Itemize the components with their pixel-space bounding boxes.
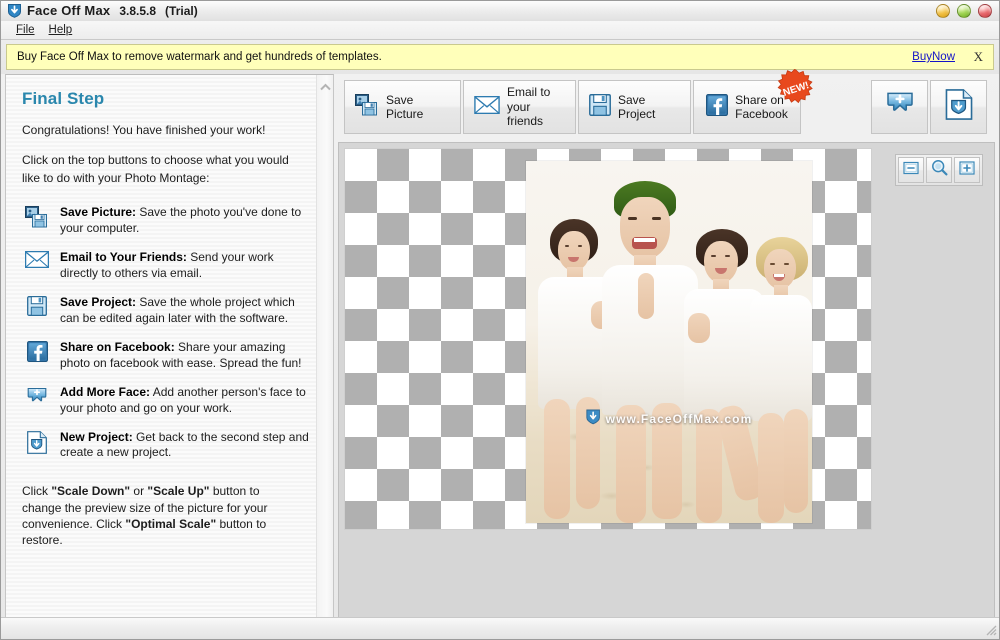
feature-email: Email to Your Friends: Send your work di…: [22, 250, 313, 282]
app-window: Face Off Max 3.8.5.8 (Trial) File Help B…: [0, 0, 1000, 640]
menu-bar: File Help: [1, 21, 999, 40]
floppy-disk-icon: [589, 93, 611, 121]
feature-add-more-face: Add More Face: Add another person's face…: [22, 385, 313, 417]
close-button[interactable]: [978, 4, 992, 18]
instructions-sidebar: Final Step Congratulations! You have fin…: [5, 74, 334, 639]
save-picture-label: Save Picture: [386, 92, 424, 121]
resize-grip-icon[interactable]: [984, 623, 998, 637]
feature-title: New Project:: [60, 429, 133, 444]
montage-photo[interactable]: www.FaceOffMax.com: [526, 161, 812, 523]
tip-line1-a: Click: [22, 484, 52, 499]
sidebar-scrollbar[interactable]: [316, 75, 333, 639]
share-facebook-label: Share on Facebook: [735, 92, 788, 121]
feature-save-picture: Save Picture: Save the photo you've done…: [22, 205, 313, 237]
new-project-icon: [22, 430, 52, 454]
feature-save-project: Save Project: Save the whole project whi…: [22, 295, 313, 327]
plus-box-icon: [959, 160, 975, 181]
menu-help-label: Help: [48, 24, 73, 36]
banner-close-icon[interactable]: X: [974, 49, 983, 65]
instruction-text: Click on the top buttons to choose what …: [22, 153, 289, 185]
congrats-text: Congratulations! You have finished your …: [22, 123, 266, 137]
add-more-face-button[interactable]: [871, 80, 928, 134]
feature-title: Email to Your Friends:: [60, 249, 187, 264]
person-4: [750, 237, 812, 523]
facebook-icon: [22, 340, 52, 362]
save-picture-button[interactable]: Save Picture: [344, 80, 461, 134]
feature-new-project-text: New Project: Get back to the second step…: [60, 430, 312, 462]
feature-title: Save Picture:: [60, 204, 137, 219]
scale-down-button[interactable]: [898, 157, 924, 183]
save-picture-icon: [355, 93, 379, 121]
menu-file-label: File: [16, 24, 35, 36]
main-body: Final Step Congratulations! You have fin…: [1, 69, 999, 639]
tip-line2-a: Click: [96, 516, 126, 531]
feature-save-project-text: Save Project: Save the whole project whi…: [60, 295, 312, 327]
feature-add-more-face-text: Add More Face: Add another person's face…: [60, 385, 312, 417]
new-project-button[interactable]: [930, 80, 987, 134]
tip-scale-down: "Scale Down": [51, 484, 131, 499]
app-title: Face Off Max: [27, 3, 111, 18]
page-title: Final Step: [22, 89, 105, 108]
feature-title: Save Project:: [60, 294, 137, 309]
app-edition: (Trial): [165, 3, 198, 18]
tip-line1-c: or: [130, 484, 148, 499]
save-project-label: Save Project: [618, 92, 656, 121]
share-facebook-button[interactable]: Share on Facebook: [693, 80, 801, 134]
feature-facebook: Share on Facebook: Share your amazing ph…: [22, 340, 313, 372]
scale-up-button[interactable]: [954, 157, 980, 183]
title-bar: Face Off Max 3.8.5.8 (Trial): [1, 1, 999, 21]
promo-banner-text: Buy Face Off Max to remove watermark and…: [17, 51, 382, 63]
feature-new-project: New Project: Get back to the second step…: [22, 430, 313, 462]
menu-item-help[interactable]: Help: [42, 23, 80, 37]
menu-item-file[interactable]: File: [9, 23, 42, 37]
minimize-button[interactable]: [936, 4, 950, 18]
new-project-icon: [945, 89, 973, 125]
save-project-button[interactable]: Save Project: [578, 80, 691, 134]
feature-email-text: Email to Your Friends: Send your work di…: [60, 250, 312, 282]
optimal-scale-button[interactable]: [926, 157, 952, 183]
email-button[interactable]: Email to your friends: [463, 80, 576, 134]
window-controls: [936, 4, 992, 18]
app-version: 3.8.5.8: [119, 3, 157, 18]
action-toolbar: Save Picture Email to your friends Save …: [338, 69, 995, 142]
banner-container: Buy Face Off Max to remove watermark and…: [1, 40, 999, 74]
feature-title: Share on Facebook:: [60, 339, 175, 354]
status-bar: [1, 617, 999, 639]
add-face-icon: [885, 90, 915, 125]
scale-tip: Click "Scale Down" or "Scale Up" button …: [22, 483, 300, 548]
email-label: Email to your friends: [507, 85, 551, 129]
feature-save-picture-text: Save Picture: Save the photo you've done…: [60, 205, 312, 237]
minus-box-icon: [903, 160, 919, 181]
transparency-checkerboard: www.FaceOffMax.com: [344, 148, 872, 530]
maximize-button[interactable]: [957, 4, 971, 18]
shield-arrow-icon: [7, 3, 22, 18]
chevron-up-icon[interactable]: [319, 81, 332, 94]
facebook-icon: [706, 93, 729, 121]
envelope-icon: [22, 250, 52, 268]
workspace: Save Picture Email to your friends Save …: [338, 69, 995, 639]
tip-scale-up: "Scale Up": [147, 484, 210, 499]
feature-facebook-text: Share on Facebook: Share your amazing ph…: [60, 340, 312, 372]
preview-canvas[interactable]: www.FaceOffMax.com: [338, 142, 995, 639]
floppy-disk-icon: [22, 295, 52, 316]
envelope-icon: [474, 95, 500, 119]
tip-optimal-scale: "Optimal Scale": [125, 516, 217, 531]
save-picture-icon: [22, 205, 52, 228]
zoom-toolbar: [895, 154, 983, 186]
sidebar-content: Final Step Congratulations! You have fin…: [6, 75, 333, 639]
magnifier-icon: [931, 159, 948, 181]
add-face-icon: [22, 385, 52, 408]
feature-title: Add More Face:: [60, 384, 151, 399]
promo-banner: Buy Face Off Max to remove watermark and…: [6, 44, 994, 70]
buy-now-link[interactable]: BuyNow: [912, 51, 955, 63]
